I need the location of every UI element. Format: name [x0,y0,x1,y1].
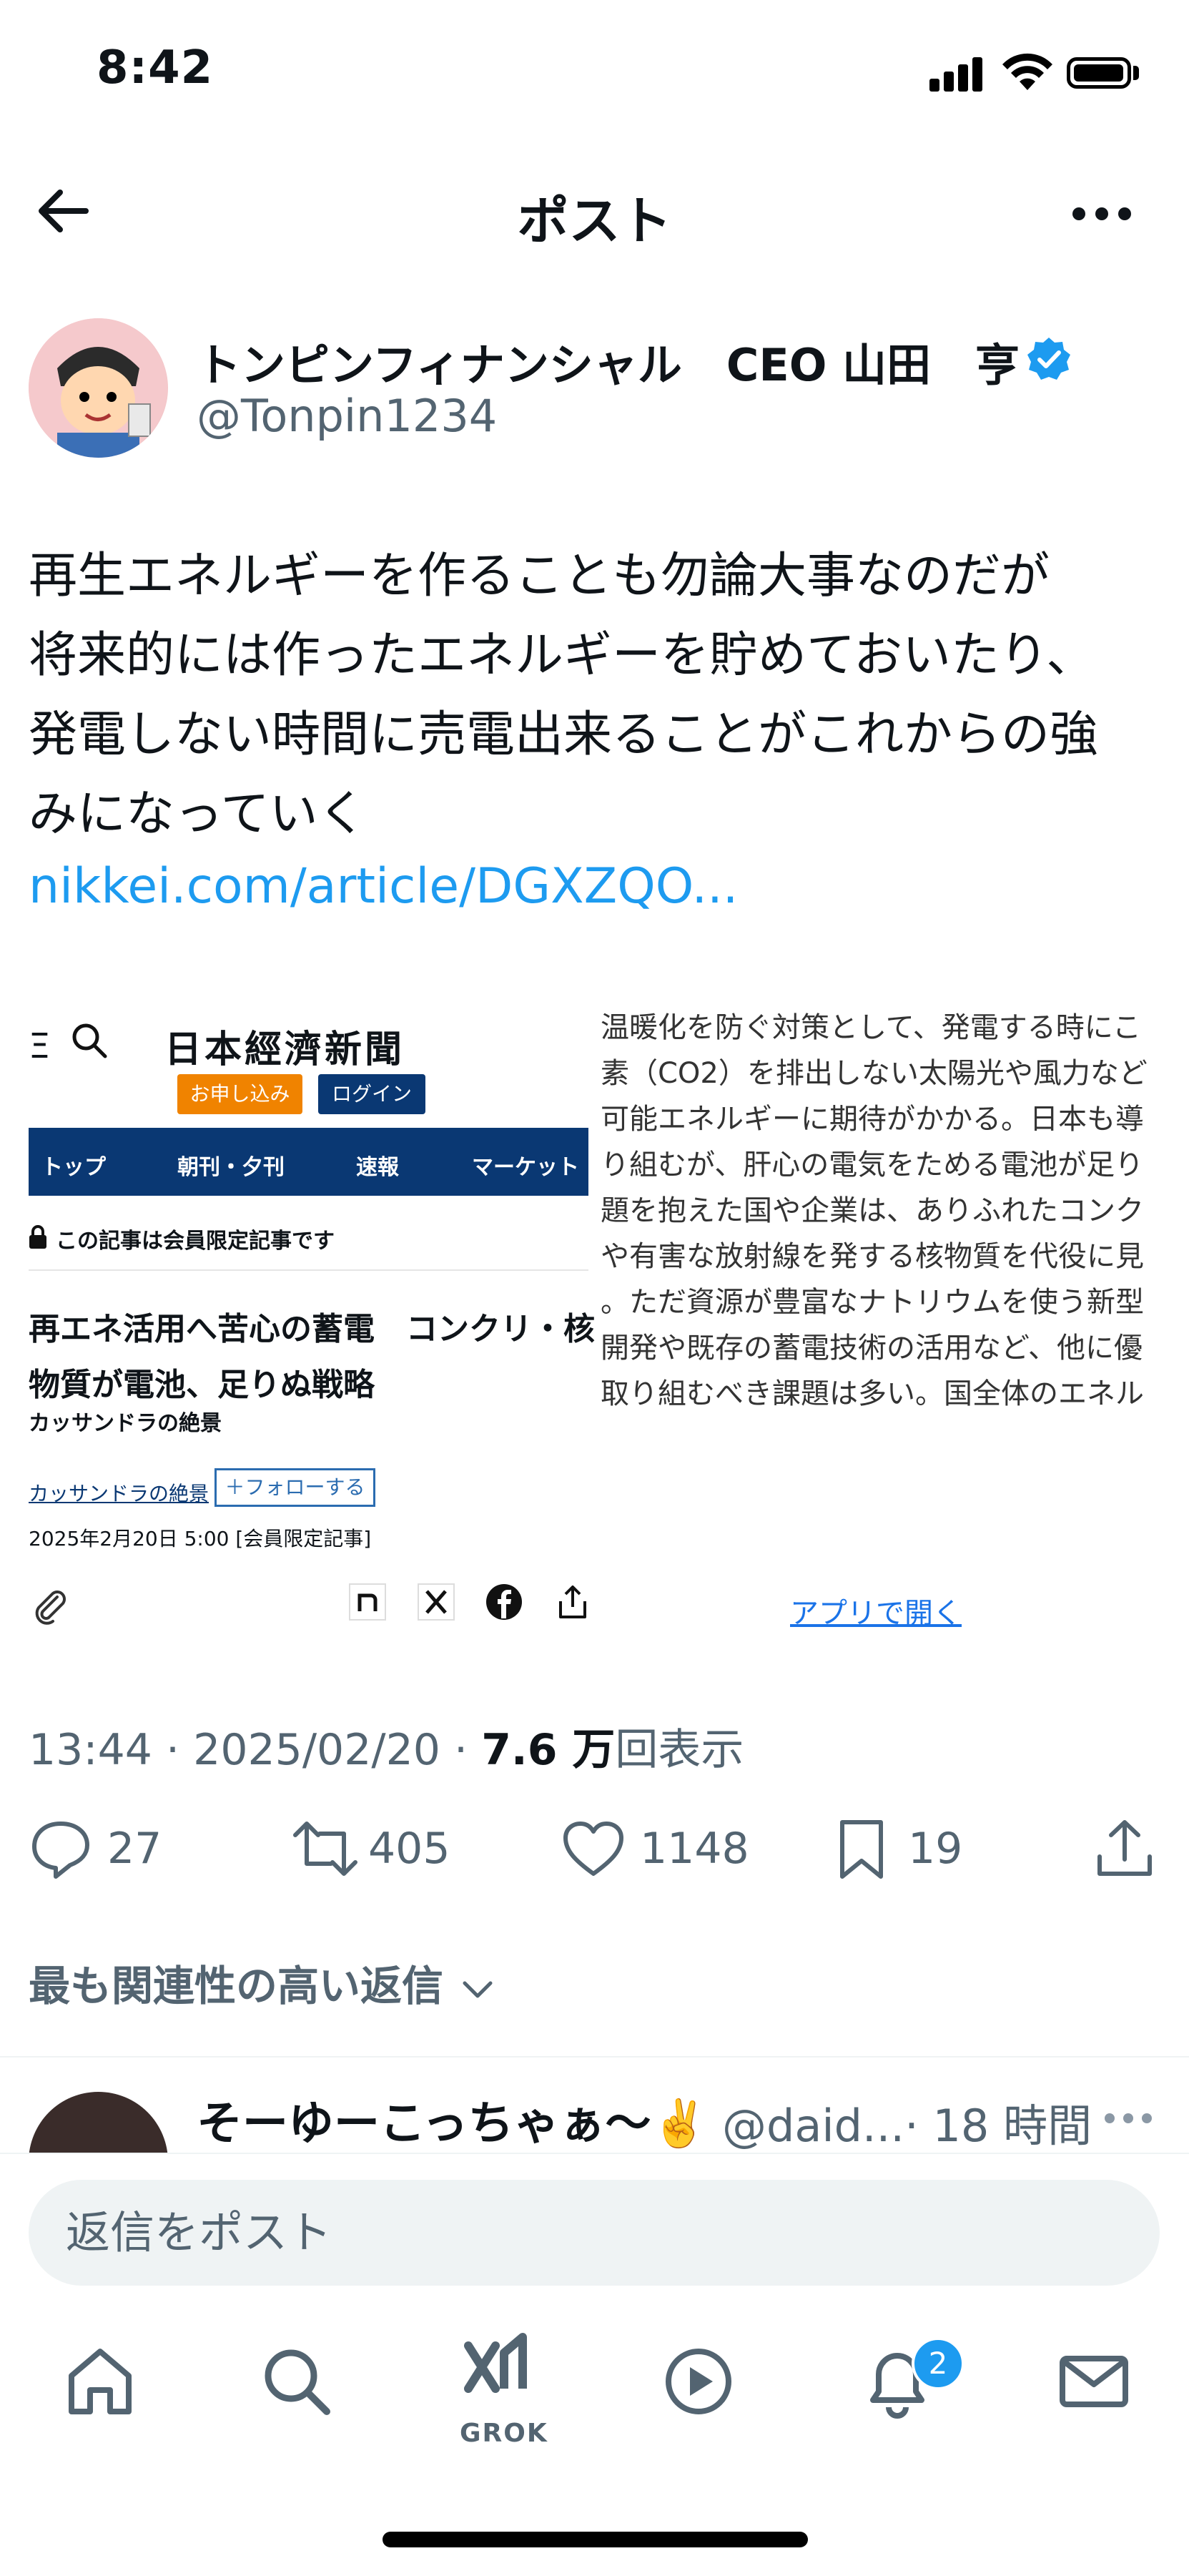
reply-meta: @daid...· 18 時間 [722,2090,1092,2154]
bookmark-count: 19 [908,1824,963,1874]
reply-time: · 18 時間 [904,2100,1092,2152]
battery-icon [1067,57,1131,89]
nav-item-market[interactable]: マーケット [472,1149,579,1181]
article-date: 2025年2月20日 5:00 [会員限定記事] [29,1527,372,1550]
nikkei-logo: 日本經濟新聞 [164,1028,405,1071]
search-tab-icon[interactable] [254,2339,340,2424]
like-button[interactable]: 1148 [561,1817,776,1881]
reply-button[interactable]: 27 [29,1817,172,1881]
heart-icon [563,1822,623,1876]
facebook-icon[interactable] [485,1583,523,1621]
post-text: 再生エネルギーを作ることも勿論大事なのだが 将来的には作ったエネルギーを貯めてお… [29,548,1099,842]
view-label: 回表示 [615,1725,744,1775]
grok-icon[interactable] [454,2331,540,2417]
member-only-notice: この記事は会員限定記事です [56,1229,335,1254]
bookmark-button[interactable]: 19 [829,1817,972,1881]
home-indicator [383,2532,808,2547]
reply-handle[interactable]: @daid... [722,2100,904,2152]
notification-badge: 2 [912,2337,964,2390]
wifi-icon [1002,53,1052,90]
share-icon[interactable] [553,1583,592,1621]
author-handle[interactable]: @Tonpin1234 [197,390,497,442]
signup-button[interactable]: お申し込み [177,1074,302,1114]
reply-icon [32,1822,89,1879]
nav-item-top[interactable]: トップ [41,1149,106,1181]
reply-sort-toggle[interactable]: 最も関連性の高い返信 [29,1952,498,2012]
nav-item-paper[interactable]: 朝刊・夕刊 [177,1149,285,1181]
home-icon[interactable] [57,2339,143,2424]
verified-badge-icon [1027,338,1070,380]
reply-author-name[interactable]: そーゆーこっちゃぁ〜✌️ [197,2087,708,2153]
follow-button[interactable]: ＋フォローする [214,1468,375,1507]
post-time: 13:44 [29,1725,152,1775]
author-name[interactable]: トンピンフィナンシャル CEO 山田 亨 [197,329,1020,393]
divider [29,1269,588,1271]
reply-compose-input[interactable]: 返信をポスト [29,2180,1160,2286]
messages-icon[interactable] [1051,2339,1137,2424]
x-icon[interactable] [417,1583,455,1621]
status-time: 8:42 [97,41,214,94]
article-series: カッサンドラの絶景 [29,1411,222,1436]
article-nav-bar: トップ 朝刊・夕刊 速報 マーケット [29,1128,588,1196]
more-options-icon[interactable] [1065,202,1137,223]
login-button[interactable]: ログイン [318,1074,425,1114]
article-headline: 再エネ活用へ苦心の蓄電 コンクリ・核 物質が電池、足りぬ戦略 [29,1311,595,1403]
note-icon[interactable] [348,1583,387,1621]
bookmark-icon [840,1820,883,1879]
post-link[interactable]: nikkei.com/article/DGXZQO... [29,858,738,915]
post-date: 2025/02/20 [193,1725,440,1775]
repost-count: 405 [368,1824,450,1874]
reply-sort-label: 最も関連性の高い返信 [29,1962,444,2010]
lock-icon [29,1225,46,1249]
page-title: ポスト [517,191,672,251]
menu-icon[interactable]: Ξ [29,1026,50,1066]
reply-count: 27 [107,1824,162,1874]
chevron-down-icon [463,1981,493,1998]
repost-icon [293,1822,357,1876]
divider [0,2056,1189,2058]
repost-button[interactable]: 405 [290,1817,475,1881]
nav-item-breaking[interactable]: 速報 [356,1149,399,1181]
like-count: 1148 [640,1824,749,1874]
search-icon[interactable] [68,1019,111,1062]
battery-cap [1133,66,1139,80]
open-in-app-link[interactable]: アプリで開く [790,1590,962,1631]
share-post-icon[interactable] [1092,1817,1157,1881]
series-link[interactable]: カッサンドラの絶景 [29,1478,209,1507]
view-count: 7.6 万 [481,1725,616,1775]
article-body: 温暖化を防ぐ対策として、発電する時にこ 素（CO2）を排出しない太陽光や風力など… [601,1011,1148,1410]
cellular-signal-icon [929,56,987,92]
paperclip-icon[interactable] [29,1584,71,1627]
author-avatar[interactable] [29,318,168,458]
video-icon[interactable] [656,2339,741,2424]
post-meta: 13:44 · 2025/02/20 · 7.6 万回表示 [29,1725,744,1775]
article-card[interactable]: Ξ 日本經濟新聞 お申し込み ログイン トップ 朝刊・夕刊 速報 マーケット こ… [29,998,1165,1641]
grok-label: GROK [460,2419,548,2448]
reply-more-icon[interactable] [1105,2113,1155,2128]
